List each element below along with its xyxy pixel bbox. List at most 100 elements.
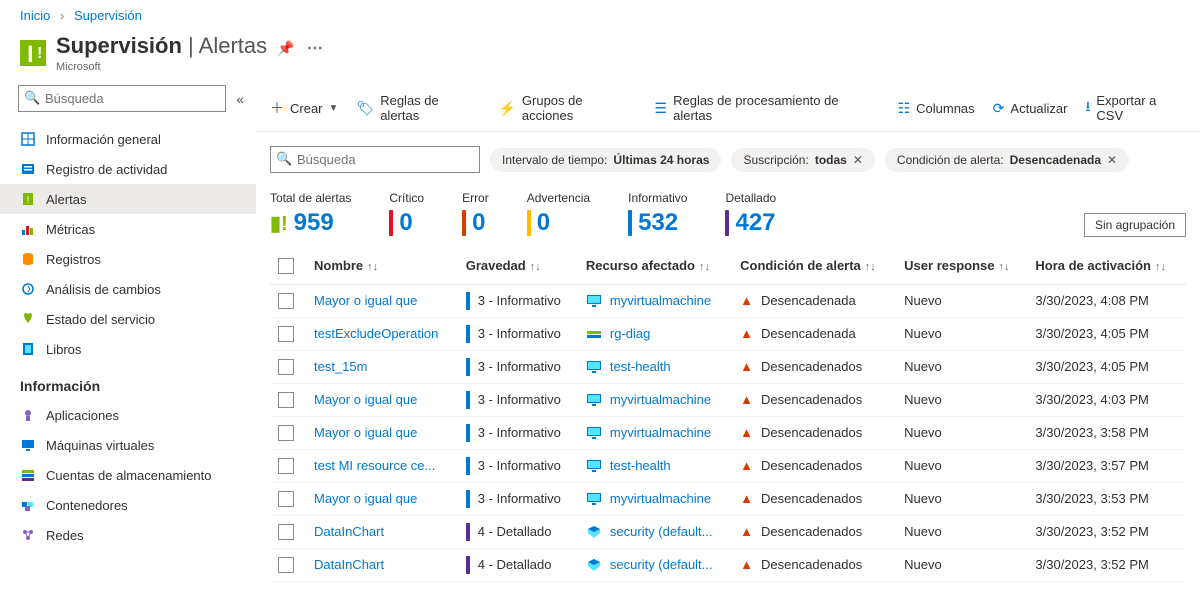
row-checkbox[interactable] [270,515,306,548]
refresh-icon: ⟳ [993,100,1005,117]
alert-resource[interactable]: security (default... [578,515,732,548]
alert-name[interactable]: Mayor o igual que [306,482,458,515]
alert-rules-button[interactable]: 🏷Reglas de alertas [356,93,480,123]
table-row[interactable]: Mayor o igual que3 - Informativomyvirtua… [270,416,1186,449]
alert-response: Nuevo [896,317,1027,350]
alert-resource[interactable]: myvirtualmachine [578,284,732,317]
column-response[interactable]: User response↑↓ [896,247,1027,284]
summary-verbose[interactable]: Detallado 427 [725,191,776,237]
column-resource[interactable]: Recurso afectado↑↓ [578,247,732,284]
alert-resource[interactable]: security (default... [578,548,732,581]
sidebar-item-logs[interactable]: Registros [0,244,256,274]
summary-error[interactable]: Error 0 [462,191,489,237]
sidebar-search-input[interactable] [18,85,226,112]
alert-resource[interactable]: myvirtualmachine [578,416,732,449]
breadcrumb-current[interactable]: Supervisión [74,8,142,23]
row-checkbox[interactable] [270,317,306,350]
sidebar-item-activity[interactable]: Registro de actividad [0,154,256,184]
breadcrumb-home[interactable]: Inicio [20,8,50,23]
filter-alert-condition[interactable]: Condición de alerta: Desencadenada✕ [885,148,1129,172]
alert-name[interactable]: Mayor o igual que [306,416,458,449]
sidebar-item-vms[interactable]: Máquinas virtuales [0,430,256,460]
sidebar-item-containers[interactable]: Contenedores [0,490,256,520]
create-button[interactable]: ＋Crear▼ [270,98,338,118]
close-icon[interactable]: ✕ [1107,153,1117,167]
alert-response: Nuevo [896,548,1027,581]
row-checkbox[interactable] [270,482,306,515]
column-severity[interactable]: Gravedad↑↓ [458,247,578,284]
sidebar-item-storage[interactable]: Cuentas de almacenamiento [0,460,256,490]
sidebar-item-health[interactable]: Estado del servicio [0,304,256,334]
grouping-select[interactable]: Sin agrupación [1084,213,1186,237]
sidebar-item-apps[interactable]: Aplicaciones [0,400,256,430]
collapse-sidebar-icon[interactable]: « [232,89,248,109]
alert-name[interactable]: testExcludeOperation [306,317,458,350]
workbooks-icon [20,341,36,357]
summary-total[interactable]: Total de alertas ▮!959 [270,191,351,237]
alert-name[interactable]: test MI resource ce... [306,449,458,482]
alert-resource[interactable]: test-health [578,449,732,482]
filter-subscription[interactable]: Suscripción: todas✕ [731,148,874,172]
close-icon[interactable]: ✕ [853,153,863,167]
summary-informational[interactable]: Informativo 532 [628,191,687,237]
sidebar-search[interactable]: 🔍 [18,85,226,112]
table-row[interactable]: Mayor o igual que3 - Informativomyvirtua… [270,284,1186,317]
sort-icon: ↑↓ [865,261,876,273]
row-checkbox[interactable] [270,449,306,482]
sort-icon: ↑↓ [367,261,378,273]
alert-name[interactable]: DataInChart [306,548,458,581]
summary-warning[interactable]: Advertencia 0 [527,191,590,237]
sidebar-item-label: Estado del servicio [46,312,155,327]
alert-resource[interactable]: rg-diag [578,317,732,350]
processing-rules-button[interactable]: ☰Reglas de procesamiento de alertas [655,93,880,123]
table-row[interactable]: DataInChart4 - Detalladosecurity (defaul… [270,515,1186,548]
export-button[interactable]: ⭳Exportar a CSV [1085,93,1186,123]
sidebar-item-metrics[interactable]: Métricas [0,214,256,244]
table-search-input[interactable] [270,146,480,173]
row-checkbox[interactable] [270,383,306,416]
alert-time: 3/30/2023, 3:58 PM [1027,416,1186,449]
column-time[interactable]: Hora de activación↑↓ [1027,247,1186,284]
refresh-button[interactable]: ⟳Actualizar [993,100,1068,117]
table-row[interactable]: DataInChart4 - Detalladosecurity (defaul… [270,548,1186,581]
row-checkbox[interactable] [270,284,306,317]
alert-name[interactable]: Mayor o igual que [306,284,458,317]
column-condition[interactable]: Condición de alerta↑↓ [732,247,896,284]
alert-response: Nuevo [896,416,1027,449]
alert-severity: 3 - Informativo [458,284,578,317]
table-row[interactable]: testExcludeOperation3 - Informativorg-di… [270,317,1186,350]
columns-button[interactable]: ☷Columnas [898,100,975,117]
alert-name[interactable]: Mayor o igual que [306,383,458,416]
row-checkbox[interactable] [270,350,306,383]
table-row[interactable]: test MI resource ce...3 - Informativotes… [270,449,1186,482]
alert-resource[interactable]: myvirtualmachine [578,383,732,416]
filter-time-range[interactable]: Intervalo de tiempo: Últimas 24 horas [490,148,721,172]
table-row[interactable]: Mayor o igual que3 - Informativomyvirtua… [270,482,1186,515]
sidebar-item-networks[interactable]: Redes [0,520,256,550]
sidebar-item-alerts[interactable]: !Alertas [0,184,256,214]
sort-icon: ↑↓ [699,261,710,273]
health-icon [20,311,36,327]
more-icon[interactable]: ⋯ [307,40,324,57]
row-checkbox[interactable] [270,548,306,581]
sidebar-item-workbooks[interactable]: Libros [0,334,256,364]
alert-name[interactable]: test_15m [306,350,458,383]
alert-resource[interactable]: test-health [578,350,732,383]
pin-icon[interactable]: 📌 [277,40,294,56]
alert-severity: 3 - Informativo [458,416,578,449]
column-checkbox[interactable] [270,247,306,284]
action-groups-button[interactable]: ⚡Grupos de acciones [498,93,636,123]
table-search[interactable]: 🔍 [270,146,480,173]
sidebar-item-overview[interactable]: Información general [0,124,256,154]
row-checkbox[interactable] [270,416,306,449]
table-row[interactable]: Mayor o igual que3 - Informativomyvirtua… [270,383,1186,416]
alert-name[interactable]: DataInChart [306,515,458,548]
table-row[interactable]: test_15m3 - Informativotest-health▲Desen… [270,350,1186,383]
summary-cards: Total de alertas ▮!959 Crítico 0 Error 0… [256,173,1200,247]
column-name[interactable]: Nombre↑↓ [306,247,458,284]
resource-icon [586,459,602,473]
alert-resource[interactable]: myvirtualmachine [578,482,732,515]
summary-critical[interactable]: Crítico 0 [389,191,424,237]
sidebar-item-changes[interactable]: Análisis de cambios [0,274,256,304]
search-icon: 🔍 [24,90,40,106]
